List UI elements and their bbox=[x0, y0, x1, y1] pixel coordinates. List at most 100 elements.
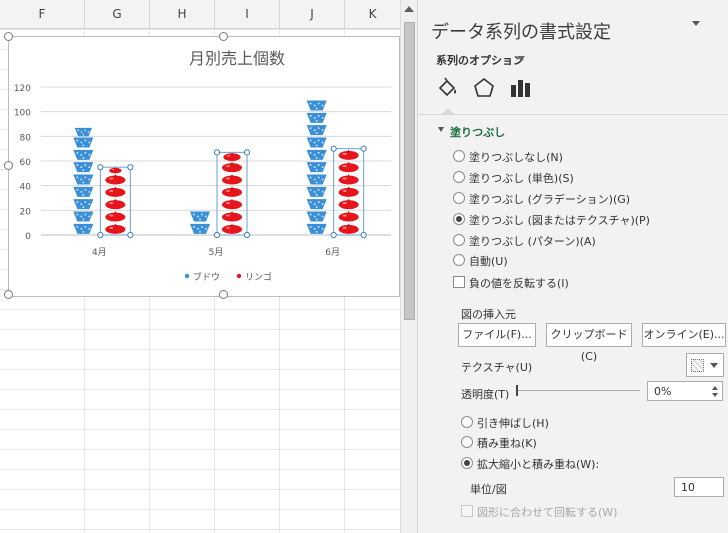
gridline bbox=[0, 529, 400, 530]
series-selection-handle[interactable] bbox=[213, 231, 221, 239]
radio-button[interactable] bbox=[453, 171, 465, 183]
series-options-icon[interactable] bbox=[508, 76, 532, 100]
apple-bar-6月[interactable] bbox=[338, 149, 359, 234]
legend-label: リンゴ bbox=[245, 271, 272, 283]
column-header-h[interactable]: H bbox=[150, 0, 215, 28]
radio-button[interactable] bbox=[453, 192, 465, 204]
chart-resize-handle[interactable] bbox=[4, 290, 13, 299]
apple-icon bbox=[105, 211, 126, 222]
option-label: 拡大縮小と積み重ね(W): bbox=[477, 458, 600, 471]
y-tick-label: 20 bbox=[20, 207, 32, 217]
texture-picker[interactable] bbox=[686, 353, 724, 377]
spin-up-icon[interactable] bbox=[712, 386, 718, 390]
column-header-k[interactable]: K bbox=[345, 0, 400, 28]
chart-resize-handle[interactable] bbox=[219, 32, 228, 41]
grape-icon bbox=[306, 100, 327, 111]
gridline bbox=[0, 429, 400, 430]
series-selection-handle[interactable] bbox=[360, 145, 367, 152]
apple-icon bbox=[338, 174, 359, 185]
fill-line-icon[interactable] bbox=[436, 76, 460, 100]
file-button[interactable]: ファイル(F)... bbox=[458, 323, 536, 347]
radio-button[interactable] bbox=[453, 234, 465, 246]
option-label: 塗りつぶし (単色)(S) bbox=[469, 172, 574, 185]
rotate-checkbox[interactable] bbox=[461, 505, 473, 517]
grape-bar-4月[interactable] bbox=[73, 127, 94, 234]
radio-button[interactable] bbox=[461, 416, 473, 428]
effects-icon[interactable] bbox=[472, 76, 496, 100]
chart-resize-handle[interactable] bbox=[219, 290, 228, 299]
series-selection-handle[interactable] bbox=[243, 149, 251, 156]
series-selection-handle[interactable] bbox=[97, 164, 104, 171]
units-per-picture-label: 単位/図 bbox=[470, 483, 507, 496]
grape-bar-5月[interactable] bbox=[190, 211, 210, 234]
series-selection-handle[interactable] bbox=[213, 149, 221, 156]
grape-icon bbox=[306, 211, 327, 222]
chart-resize-handle[interactable] bbox=[4, 161, 13, 170]
collapse-triangle-icon[interactable] bbox=[438, 127, 444, 132]
grape-icon bbox=[306, 112, 327, 123]
radio-button[interactable] bbox=[453, 150, 465, 162]
vertical-scrollbar[interactable] bbox=[400, 0, 417, 533]
column-header-j[interactable]: J bbox=[280, 0, 345, 28]
slider-thumb[interactable] bbox=[516, 385, 518, 396]
grape-icon bbox=[74, 127, 92, 137]
apple-bar-4月[interactable] bbox=[105, 167, 126, 234]
legend-apple-icon bbox=[236, 273, 242, 279]
grape-icon bbox=[190, 211, 210, 222]
rotate-label: 図形に合わせて回転する(W) bbox=[477, 506, 618, 519]
apple-icon bbox=[109, 167, 122, 174]
format-data-series-pane: データ系列の書式設定 系列のオプション 塗りつぶし 塗りつぶしなし(N) 塗りつ… bbox=[417, 0, 728, 533]
scrollbar-thumb[interactable] bbox=[404, 22, 415, 320]
option-label: 塗りつぶしなし(N) bbox=[469, 151, 563, 164]
radio-button-selected[interactable] bbox=[461, 457, 473, 469]
series-options-dropdown[interactable]: 系列のオプション bbox=[436, 52, 524, 68]
series-selection-handle[interactable] bbox=[330, 145, 337, 152]
grape-icon bbox=[306, 149, 327, 160]
worksheet[interactable]: F G H I J K 月別売上個数 0 20 40 60 80 100 120… bbox=[0, 0, 400, 533]
column-header-f[interactable]: F bbox=[0, 0, 85, 28]
column-header-i[interactable]: I bbox=[215, 0, 280, 28]
series-selection-handle[interactable] bbox=[243, 231, 251, 239]
spin-down-icon[interactable] bbox=[712, 393, 718, 397]
apple-icon bbox=[105, 199, 126, 210]
chart-resize-handle[interactable] bbox=[4, 32, 13, 41]
series-selection-handle[interactable] bbox=[330, 231, 337, 239]
column-header-g[interactable]: G bbox=[85, 0, 150, 28]
transparency-input[interactable]: 0% bbox=[647, 381, 723, 401]
transparency-slider[interactable] bbox=[516, 385, 640, 396]
series-selection-handle[interactable] bbox=[360, 231, 367, 239]
gridline bbox=[0, 349, 400, 350]
apple-icon bbox=[338, 223, 359, 234]
chart-title[interactable]: 月別売上個数 bbox=[189, 49, 285, 68]
series-selection-handle[interactable] bbox=[127, 164, 134, 171]
online-button[interactable]: オンライン(E)... bbox=[642, 323, 726, 347]
grape-icon bbox=[306, 162, 327, 173]
scroll-up-arrow-icon[interactable] bbox=[404, 6, 414, 12]
option-label: 塗りつぶし (パターン)(A) bbox=[469, 235, 596, 248]
radio-button[interactable] bbox=[461, 436, 473, 448]
x-tick-label: 4月 bbox=[92, 247, 107, 258]
apple-icon bbox=[222, 211, 242, 222]
option-label: 積み重ね(K) bbox=[477, 437, 537, 450]
gridline bbox=[0, 469, 400, 470]
chart-area[interactable]: 月別売上個数 0 20 40 60 80 100 120 4月 5月 6月 ブドウ リンゴ bbox=[8, 36, 400, 297]
radio-button-selected[interactable] bbox=[453, 213, 465, 225]
legend-entry-apple[interactable]: リンゴ bbox=[236, 271, 272, 283]
grape-bar-6月[interactable] bbox=[306, 100, 327, 234]
clipboard-button[interactable]: クリップボード(C) bbox=[546, 323, 632, 363]
series-selection-handle[interactable] bbox=[127, 231, 134, 239]
apple-icon bbox=[338, 162, 359, 173]
invert-checkbox[interactable] bbox=[453, 276, 465, 288]
legend-entry-grape[interactable]: ブドウ bbox=[184, 271, 220, 283]
units-per-picture-input[interactable]: 10 bbox=[674, 477, 724, 497]
apple-bar-5月[interactable] bbox=[222, 152, 242, 234]
apple-icon bbox=[105, 186, 126, 197]
grape-icon bbox=[306, 174, 327, 185]
chevron-down-icon[interactable] bbox=[517, 56, 525, 61]
apple-icon bbox=[222, 186, 242, 197]
radio-button[interactable] bbox=[453, 254, 465, 266]
section-fill-header[interactable]: 塗りつぶし bbox=[450, 124, 505, 140]
apple-icon bbox=[338, 149, 359, 160]
pane-menu-dropdown-icon[interactable] bbox=[692, 21, 700, 26]
series-selection-handle[interactable] bbox=[97, 231, 104, 239]
